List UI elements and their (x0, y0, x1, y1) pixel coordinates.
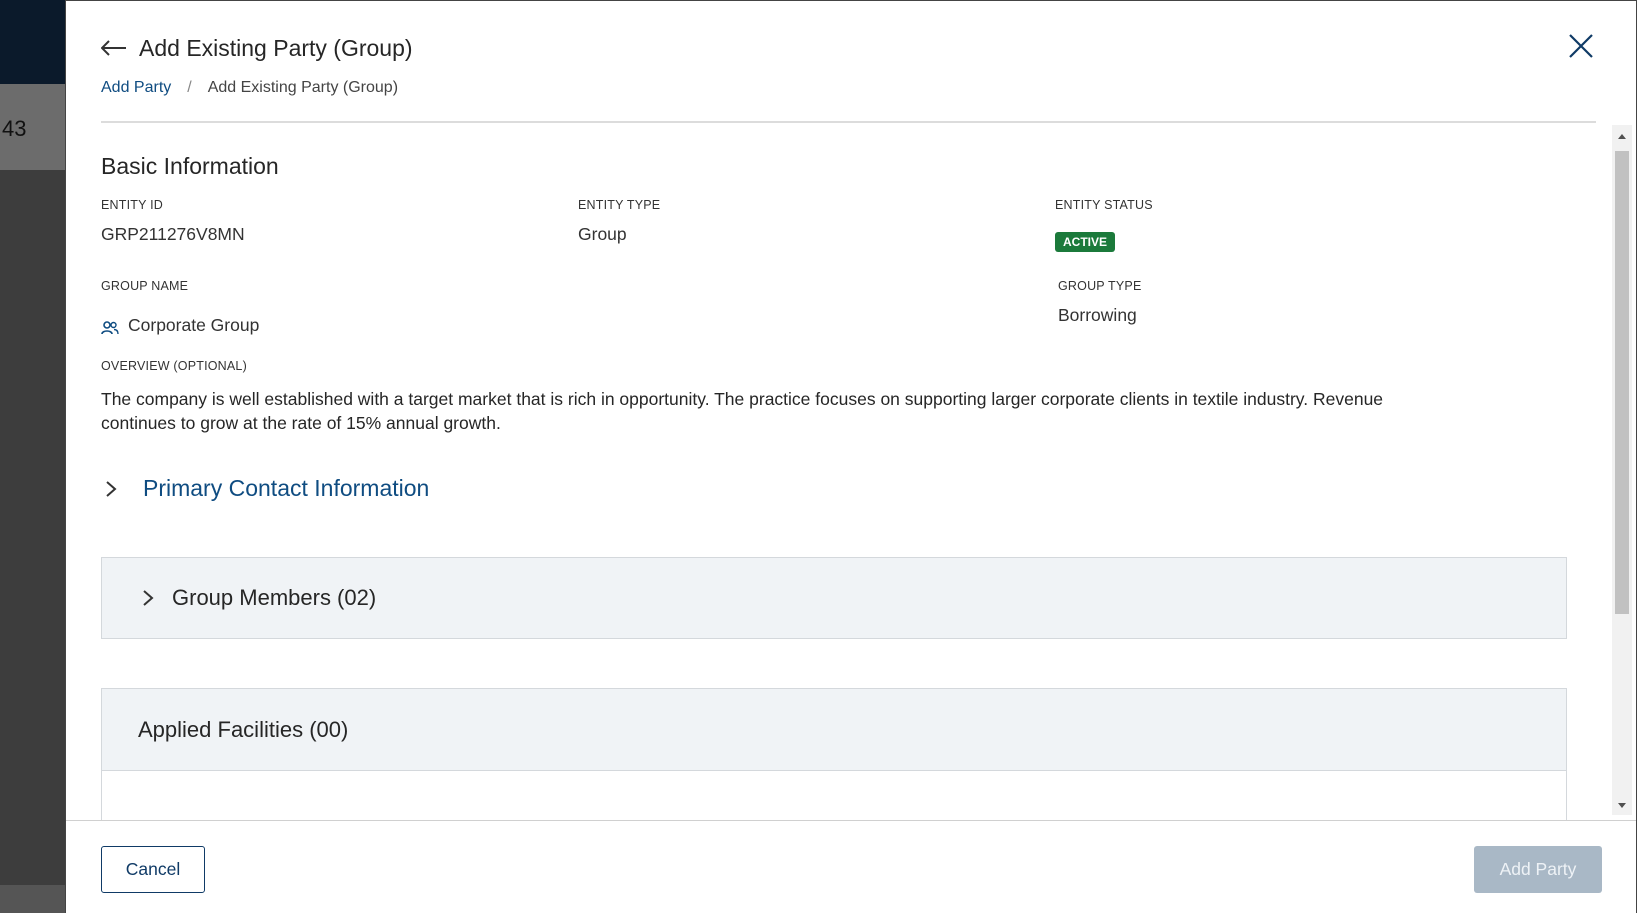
scroll-up-icon[interactable] (1616, 129, 1628, 141)
primary-contact-toggle[interactable]: Primary Contact Information (101, 475, 429, 502)
group-people-icon (101, 319, 119, 334)
cancel-button[interactable]: Cancel (101, 846, 205, 893)
status-badge: ACTIVE (1055, 232, 1116, 252)
applied-facilities-header: Applied Facilities (00) (102, 689, 1566, 771)
breadcrumb-separator: / (187, 79, 192, 96)
page-title: Add Existing Party (Group) (139, 34, 413, 61)
group-type-value: Borrowing (1058, 305, 1137, 325)
close-icon[interactable] (1566, 31, 1596, 61)
entity-id-value: GRP211276V8MN (101, 224, 245, 244)
group-members-label: Group Members (02) (172, 585, 377, 610)
overview-text: The company is well established with a t… (101, 389, 1384, 433)
group-name-value: Corporate Group (101, 315, 259, 336)
entity-type-label: ENTITY TYPE (578, 198, 661, 212)
group-members-panel[interactable]: Group Members (02) (101, 557, 1567, 639)
modal-content: Basic Information ENTITY ID GRP211276V8M… (101, 125, 1571, 821)
group-type-label: GROUP TYPE (1058, 279, 1142, 293)
breadcrumb: Add Party / Add Existing Party (Group) (101, 79, 1596, 97)
add-party-modal: Add Existing Party (Group) Add Party / A… (65, 0, 1637, 913)
modal-footer: Cancel Add Party (66, 820, 1636, 913)
add-party-button[interactable]: Add Party (1474, 846, 1602, 893)
background-header (0, 0, 66, 84)
group-name-label: GROUP NAME (101, 279, 189, 293)
scroll-down-icon[interactable] (1616, 799, 1628, 811)
scrollbar-thumb[interactable] (1615, 151, 1629, 614)
breadcrumb-current: Add Existing Party (Group) (207, 79, 399, 96)
background-footer (0, 885, 66, 913)
group-name-text: Corporate Group (128, 315, 260, 335)
title-row: Add Existing Party (Group) (101, 31, 1596, 65)
basic-information-title: Basic Information (101, 153, 279, 179)
vertical-scrollbar[interactable] (1612, 125, 1632, 815)
entity-status-label: ENTITY STATUS (1055, 198, 1153, 212)
applied-facilities-label: Applied Facilities (00) (138, 716, 349, 742)
breadcrumb-add-party-link[interactable]: Add Party (101, 79, 171, 97)
applied-facilities-body (102, 771, 1566, 821)
background-number: 43 (2, 116, 27, 141)
modal-header: Add Existing Party (Group) Add Party / A… (101, 31, 1596, 123)
chevron-right-icon (138, 588, 158, 608)
back-arrow-icon[interactable] (101, 38, 129, 58)
overview-label: OVERVIEW (OPTIONAL) (101, 359, 247, 373)
primary-contact-label: Primary Contact Information (143, 475, 430, 501)
background-app: 43 (0, 0, 66, 913)
entity-type-value: Group (578, 224, 627, 244)
entity-id-label: ENTITY ID (101, 198, 163, 212)
chevron-right-icon (101, 479, 121, 499)
applied-facilities-panel: Applied Facilities (00) (101, 688, 1567, 821)
